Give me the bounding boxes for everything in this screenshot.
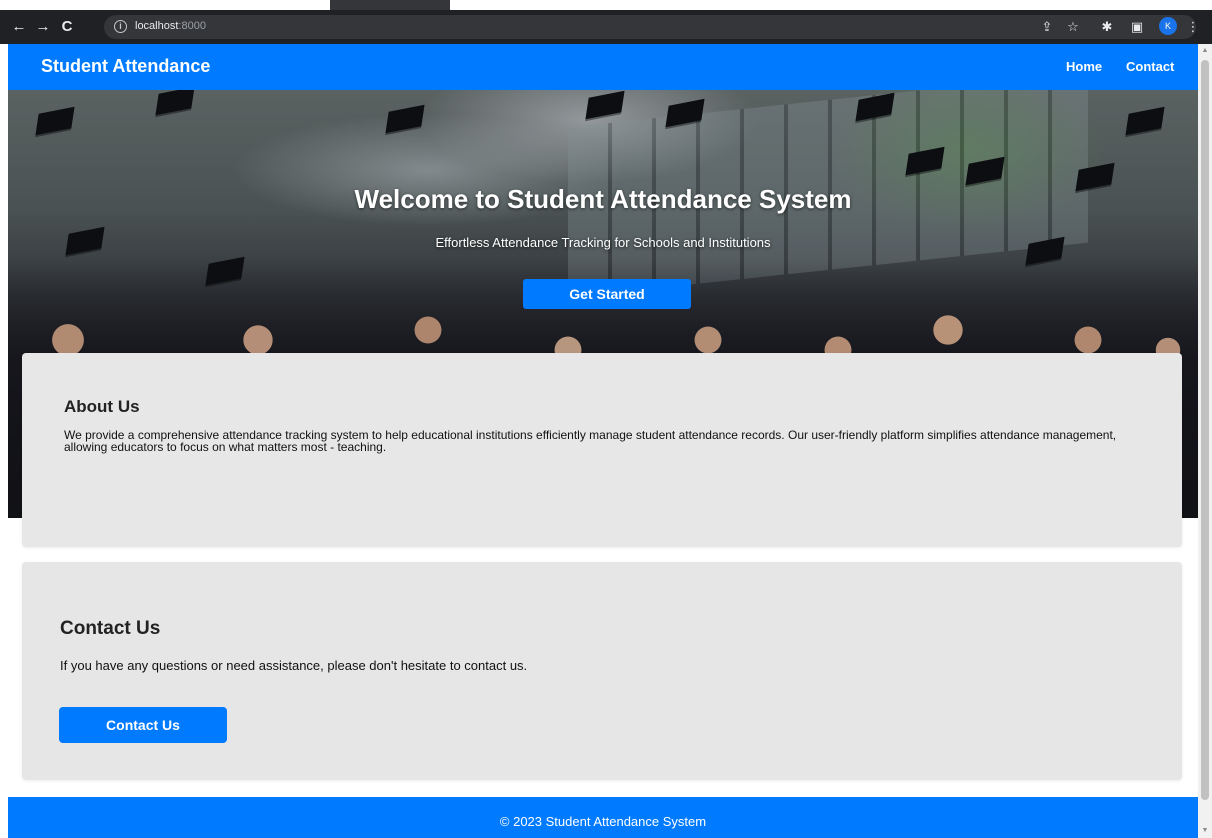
page-viewport: Student Attendance Home Contact Welcome … <box>8 44 1198 838</box>
back-arrow-icon[interactable]: ← <box>10 18 28 36</box>
contact-us-text: If you have any questions or need assist… <box>60 658 528 673</box>
get-started-button[interactable]: Get Started <box>523 279 691 309</box>
contact-us-button[interactable]: Contact Us <box>59 707 227 743</box>
address-bar-url[interactable]: localhost:8000 <box>135 20 206 32</box>
contact-us-title: Contact Us <box>60 618 161 639</box>
browser-menu-icon[interactable]: ⋮ <box>1186 18 1200 36</box>
scroll-up-arrow-icon[interactable]: ▲ <box>1201 46 1209 56</box>
scrollbar-thumb[interactable] <box>1201 60 1209 800</box>
url-host: localhost <box>135 20 179 32</box>
hero-title: Welcome to Student Attendance System <box>354 184 852 214</box>
forward-arrow-icon[interactable]: → <box>34 18 52 36</box>
bookmark-star-icon[interactable]: ☆ <box>1064 18 1082 36</box>
side-panel-icon[interactable]: ▣ <box>1128 18 1146 36</box>
footer: © 2023 Student Attendance System <box>8 797 1198 838</box>
profile-avatar[interactable]: K <box>1159 17 1177 35</box>
contact-us-card: Contact Us If you have any questions or … <box>22 562 1182 780</box>
about-us-text: We provide a comprehensive attendance tr… <box>64 428 1117 454</box>
nav-link-home[interactable]: Home <box>1066 59 1102 74</box>
url-port: :8000 <box>178 20 206 32</box>
hero-subtitle: Effortless Attendance Tracking for Schoo… <box>435 235 771 250</box>
window-top-strip <box>0 0 1212 10</box>
about-us-card: About Us We provide a comprehensive atte… <box>22 353 1182 547</box>
site-info-icon[interactable]: i <box>114 20 127 33</box>
scroll-down-arrow-icon[interactable]: ▼ <box>1201 826 1209 836</box>
navbar-brand[interactable]: Student Attendance <box>41 56 210 77</box>
navbar: Student Attendance Home Contact <box>8 44 1198 90</box>
page-scrollbar[interactable]: ▲ ▼ <box>1198 44 1212 838</box>
extensions-puzzle-icon[interactable]: ✱ <box>1098 18 1116 36</box>
about-us-title: About Us <box>64 397 140 416</box>
browser-toolbar: ← → C i localhost:8000 ⇪ ☆ ✱ ▣ K ⋮ <box>0 10 1212 44</box>
footer-copyright: © 2023 Student Attendance System <box>499 814 707 829</box>
share-icon[interactable]: ⇪ <box>1038 18 1056 36</box>
address-bar[interactable]: i localhost:8000 <box>104 15 1196 39</box>
reload-icon[interactable]: C <box>58 18 76 36</box>
nav-link-contact[interactable]: Contact <box>1126 59 1174 74</box>
active-tab-edge[interactable] <box>330 0 450 10</box>
